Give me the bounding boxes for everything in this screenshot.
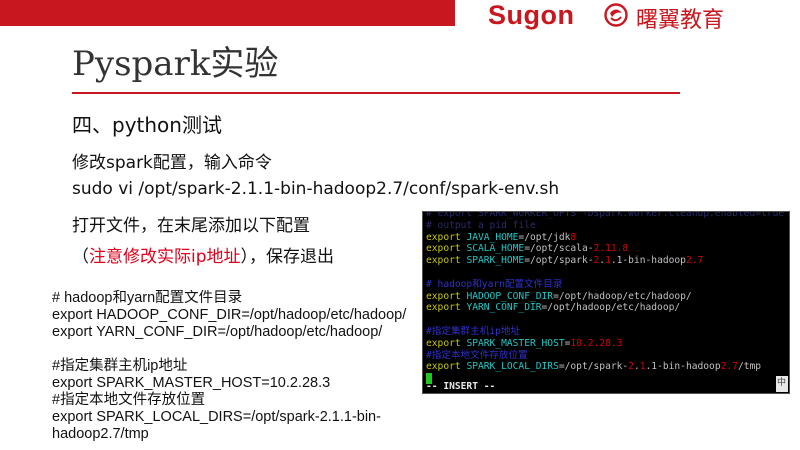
title-divider xyxy=(72,92,680,94)
terminal-line: export SPARK_LOCAL_DIRS=/opt/spark-2.1.1… xyxy=(426,361,775,373)
config-line: export YARN_CONF_DIR=/opt/hadoop/etc/had… xyxy=(52,324,383,340)
terminal-faded-line: # output a pid file xyxy=(426,219,536,231)
terminal-token: export xyxy=(426,255,467,267)
terminal-line: # hadoop和yarn配置文件目录 xyxy=(426,279,775,291)
note-close: ），保存退出 xyxy=(240,247,335,267)
terminal-token: =/opt/spark- xyxy=(558,361,629,373)
terminal-token: 10.2.28.3 xyxy=(570,337,623,349)
terminal-token: =/opt/scala- xyxy=(524,243,594,255)
config-snippet: # hadoop和yarn配置文件目录 export HADOOP_CONF_DI… xyxy=(52,290,414,443)
terminal-faded-line: # export SPARK_WORKER_OPTS -Dspark.worke… xyxy=(426,211,785,219)
config-line: export HADOOP_CONF_DIR=/opt/hadoop/etc/h… xyxy=(52,307,407,323)
terminal-token: SCALA_HOME xyxy=(466,243,525,255)
terminal-token: SPARK_HOME xyxy=(466,255,525,267)
brand-swirl-icon xyxy=(604,3,628,27)
terminal-line: export SPARK_HOME=/opt/spark-2.1.1-bin-h… xyxy=(426,255,775,267)
terminal-content: # export SPARK_WORKER_OPTS -Dspark.worke… xyxy=(426,211,785,385)
terminal-token: 8 xyxy=(570,231,577,243)
terminal-token: export xyxy=(426,243,467,255)
terminal-token: JAVA_HOME xyxy=(466,231,519,243)
terminal-token: export xyxy=(426,361,467,373)
step-append-config: 打开文件，在末尾添加以下配置 xyxy=(72,216,310,236)
terminal-token: 2.11.8 xyxy=(593,243,629,255)
terminal-token: =/opt/spark- xyxy=(524,255,594,267)
config-line: # hadoop和yarn配置文件目录 xyxy=(52,290,243,306)
terminal-token: =/opt/hadoop/etc/hadoop/ xyxy=(541,302,681,314)
terminal-token: 2.7 xyxy=(685,255,704,267)
command-text: sudo vi /opt/spark-2.1.1-bin-hadoop2.7/c… xyxy=(72,179,560,199)
terminal-token: SPARK_MASTER_HOST xyxy=(466,337,565,349)
terminal-token: 2.7 xyxy=(720,361,738,373)
vim-insert-mode-indicator: -- INSERT -- xyxy=(426,381,496,392)
terminal-line: export SCALA_HOME=/opt/scala-2.11.8 xyxy=(426,243,775,255)
terminal-token: #指定本地文件存放位置 xyxy=(426,349,528,361)
terminal-line: export HADOOP_CONF_DIR=/opt/hadoop/etc/h… xyxy=(426,291,775,303)
terminal-line: #指定集群主机ip地址 xyxy=(426,326,775,338)
terminal-line: export SPARK_MASTER_HOST=10.2.28.3 xyxy=(426,338,775,350)
note-open-paren: （ xyxy=(72,247,89,267)
terminal-token: export xyxy=(426,337,467,349)
config-line: #指定集群主机ip地址 xyxy=(52,358,188,374)
terminal-token: # hadoop和yarn配置文件目录 xyxy=(426,278,563,290)
terminal-token: .1-bin-hadoop xyxy=(610,255,686,267)
step-modify-config: 修改spark配置，输入命令 xyxy=(72,153,272,173)
section-heading: 四、python测试 xyxy=(72,113,222,137)
terminal-token: .1-bin-hadoop xyxy=(645,361,721,373)
terminal-line: export JAVA_HOME=/opt/jdk8 xyxy=(426,232,775,244)
header-red-bar xyxy=(0,0,455,26)
terminal-token: =/opt/hadoop/etc/hadoop/ xyxy=(553,290,692,302)
config-line: #指定本地文件存放位置 xyxy=(52,392,206,408)
terminal-window: # export SPARK_WORKER_OPTS -Dspark.worke… xyxy=(422,211,790,394)
config-blank-line xyxy=(52,341,414,358)
ime-indicator-icon: 中 xyxy=(776,378,786,388)
page-title: Pyspark实验 xyxy=(72,44,279,84)
terminal-line: export YARN_CONF_DIR=/opt/hadoop/etc/had… xyxy=(426,302,775,314)
terminal-token: #指定集群主机ip地址 xyxy=(426,325,521,337)
config-line: hadoop2.7/tmp xyxy=(52,426,149,442)
terminal-line: #指定本地文件存放位置 xyxy=(426,350,775,362)
config-line: export SPARK_LOCAL_DIRS=/opt/spark-2.1.1… xyxy=(52,409,381,425)
terminal-token: export xyxy=(426,231,467,243)
terminal-token: /tmp xyxy=(737,361,762,373)
terminal-token: SPARK_LOCAL_DIRS xyxy=(466,361,559,373)
warning-text: 注意修改实际ip地址 xyxy=(89,247,241,267)
sugon-logo: Sugon xyxy=(488,0,575,30)
config-line: export SPARK_MASTER_HOST=10.2.28.3 xyxy=(52,375,331,391)
terminal-token: HADOOP_CONF_DIR xyxy=(466,290,554,302)
terminal-token: =/opt/jdk xyxy=(518,231,571,243)
terminal-token: YARN_CONF_DIR xyxy=(466,302,542,314)
terminal-token: export xyxy=(426,290,467,302)
brand-chinese-name: 曙翼教育 xyxy=(636,8,725,33)
terminal-token: export xyxy=(426,302,467,314)
note-line: （注意修改实际ip地址），保存退出 xyxy=(72,242,334,267)
